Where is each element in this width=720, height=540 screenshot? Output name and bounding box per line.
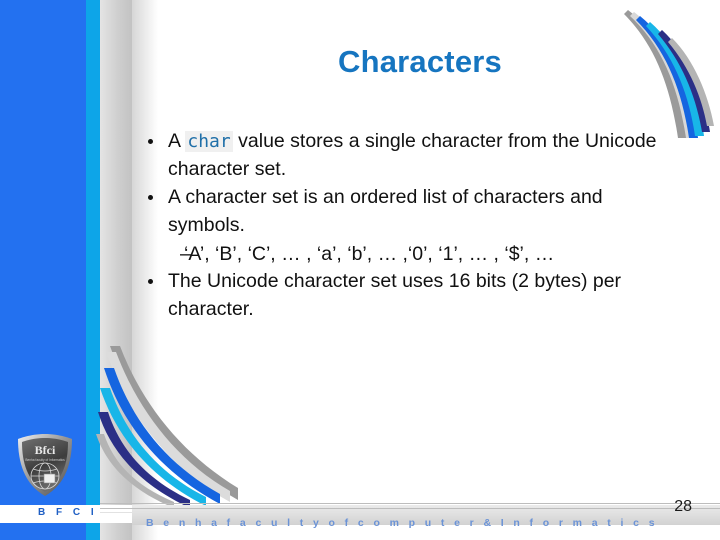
bullet-item: A char value stores a single character f… xyxy=(142,128,662,183)
sidebar-band-cyan xyxy=(86,0,100,540)
bullet-text: The Unicode character set uses 16 bits (… xyxy=(168,270,622,321)
bfci-strip-label: B F C I xyxy=(38,507,98,518)
bullet-text-prefix: A xyxy=(168,130,186,152)
bfci-shield-logo: Bfci Benha faculty of Informatics xyxy=(18,434,72,496)
bullet-dot-icon xyxy=(148,139,153,144)
sub-bullet-item: – ‘A’, ‘B’, ‘C’, … , ‘a’, ‘b’, … ,‘0’, ‘… xyxy=(142,241,662,269)
page-number: 28 xyxy=(674,498,692,515)
bullet-dot-icon xyxy=(148,195,153,201)
bullet-text-suffix: value stores a single character from the… xyxy=(168,130,657,180)
bullet-item: The Unicode character set uses 16 bits (… xyxy=(142,268,662,323)
slide-title: Characters xyxy=(338,44,502,79)
footer-rule xyxy=(100,503,720,504)
bullet-text: A character set is an ordered list of ch… xyxy=(168,186,603,237)
en-dash-icon: – xyxy=(180,242,191,265)
bullet-dot-icon xyxy=(148,279,153,285)
footer-rule xyxy=(100,508,720,509)
svg-text:Benha faculty of Informatics: Benha faculty of Informatics xyxy=(25,458,65,462)
sub-bullet-text: ‘A’, ‘B’, ‘C’, … , ‘a’, ‘b’, … ,‘0’, ‘1’… xyxy=(184,242,555,265)
footer-credit-text: B e n h a f a c u l t y o f c o m p u t … xyxy=(146,517,658,529)
sidebar-band-gray xyxy=(100,0,132,540)
inline-code-char: char xyxy=(185,131,233,152)
bullet-item: A character set is an ordered list of ch… xyxy=(142,184,662,239)
svg-text:Bfci: Bfci xyxy=(35,443,56,457)
slide-body: A char value stores a single character f… xyxy=(142,128,662,325)
footer-rule xyxy=(100,512,720,513)
slide-canvas: Characters A char value stores a single … xyxy=(0,0,720,540)
